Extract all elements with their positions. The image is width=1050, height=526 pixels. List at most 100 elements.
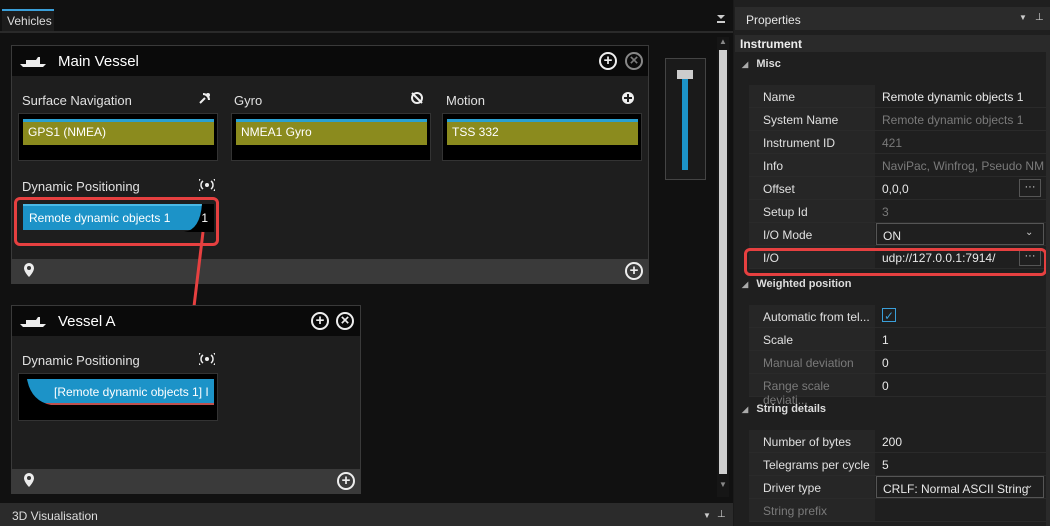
property-row[interactable]: Telegrams per cycle 5 xyxy=(749,453,1046,476)
add-button[interactable]: + xyxy=(599,52,617,70)
motion-icon xyxy=(621,91,635,108)
pin-icon[interactable]: ⊥ xyxy=(1035,12,1044,23)
property-value[interactable]: 1 xyxy=(876,328,1044,350)
group-header-weighted-position[interactable]: ◢ Weighted position xyxy=(742,278,852,290)
properties-scrollbar[interactable] xyxy=(1046,35,1050,526)
highlight-box xyxy=(744,248,1047,276)
tab-vehicles[interactable]: Vehicles xyxy=(2,9,54,31)
gyro-icon xyxy=(410,91,424,108)
output-bar[interactable]: NMEA1 Gyro xyxy=(236,119,427,145)
property-row[interactable]: Driver type CRLF: Normal ASCII String ⌄ xyxy=(749,476,1046,499)
dp-label: Dynamic Positioning xyxy=(22,179,140,194)
slider-track[interactable] xyxy=(682,75,688,170)
chevron-down-icon[interactable]: ⌄ xyxy=(1025,480,1033,491)
group-header-string-details[interactable]: ◢ String details xyxy=(742,403,826,415)
card-footer xyxy=(12,469,360,493)
add-button[interactable]: + xyxy=(337,472,355,490)
scroll-up-arrow-icon[interactable]: ▲ xyxy=(717,37,729,49)
collapse-arrow-icon[interactable]: ◢ xyxy=(742,60,750,69)
satellite-icon xyxy=(198,91,212,108)
property-row[interactable]: Automatic from tel... ✓ xyxy=(749,305,1046,328)
property-value[interactable]: 0 xyxy=(876,374,1044,396)
group-label: Misc xyxy=(756,58,781,70)
vessel-title: Main Vessel xyxy=(58,53,139,70)
property-value[interactable]: CRLF: Normal ASCII String xyxy=(876,476,1044,498)
output-bar[interactable]: TSS 332 xyxy=(447,119,638,145)
property-name: I/O Mode xyxy=(749,223,875,245)
property-row[interactable]: Offset 0,0,0 ··· xyxy=(749,177,1046,200)
pin-icon[interactable]: ⊥ xyxy=(717,509,726,520)
property-value[interactable]: 200 xyxy=(876,430,1044,452)
property-value[interactable]: NaviPac, Winfrog, Pseudo NMEA xyxy=(876,154,1044,176)
slot-label-surface-navigation: Surface Navigation xyxy=(22,93,132,108)
location-pin-icon[interactable] xyxy=(23,263,35,280)
dropdown-arrow-icon[interactable]: ▼ xyxy=(703,511,711,520)
property-row[interactable]: System Name Remote dynamic objects 1 xyxy=(749,108,1046,131)
group-label: String details xyxy=(756,403,827,415)
property-name: String prefix xyxy=(749,499,875,521)
property-name: Automatic from tel... xyxy=(749,305,875,327)
properties-title: Properties xyxy=(746,13,801,27)
output-bar[interactable]: GPS1 (NMEA) xyxy=(23,119,214,145)
chevron-down-icon[interactable]: ⌄ xyxy=(1025,227,1033,238)
property-value[interactable]: ON xyxy=(876,223,1044,245)
ellipsis-button[interactable]: ··· xyxy=(1019,179,1041,197)
property-name: Instrument ID xyxy=(749,131,875,153)
property-value[interactable]: Remote dynamic objects 1 xyxy=(876,108,1044,130)
scroll-down-arrow-icon[interactable]: ▼ xyxy=(717,480,729,492)
property-name: Telegrams per cycle xyxy=(749,453,875,475)
property-row[interactable]: Name Remote dynamic objects 1 xyxy=(749,85,1046,108)
property-name: Driver type xyxy=(749,476,875,498)
close-button[interactable]: × xyxy=(625,52,643,70)
add-button[interactable]: + xyxy=(625,262,643,280)
property-row[interactable]: Setup Id 3 xyxy=(749,200,1046,223)
dp-input-label: [Remote dynamic objects 1] I xyxy=(54,385,209,399)
property-row[interactable]: Number of bytes 200 xyxy=(749,430,1046,453)
property-value[interactable]: Remote dynamic objects 1 xyxy=(876,85,1044,107)
category-label: Instrument xyxy=(740,37,803,51)
collapse-arrow-icon[interactable]: ◢ xyxy=(742,405,750,414)
property-row[interactable]: String prefix xyxy=(749,499,1046,522)
collapse-arrow-icon[interactable]: ◢ xyxy=(742,280,750,289)
property-value[interactable]: 5 xyxy=(876,453,1044,475)
card-footer xyxy=(12,259,648,283)
slider-handle[interactable] xyxy=(677,70,693,79)
property-name: Offset xyxy=(749,177,875,199)
main-vessel-card xyxy=(11,45,649,284)
property-row[interactable]: Info NaviPac, Winfrog, Pseudo NMEA xyxy=(749,154,1046,177)
property-name: Name xyxy=(749,85,875,107)
slot-label-gyro: Gyro xyxy=(234,93,263,108)
dp-label: Dynamic Positioning xyxy=(22,353,140,368)
broadcast-icon xyxy=(196,178,218,194)
property-name: Range scale deviati... xyxy=(749,374,875,407)
property-row[interactable]: I/O Mode ON ⌄ xyxy=(749,223,1046,246)
scroll-thumb[interactable] xyxy=(719,50,727,474)
property-value[interactable] xyxy=(876,499,1044,521)
property-row[interactable]: Scale 1 xyxy=(749,328,1046,351)
checkbox[interactable]: ✓ xyxy=(882,308,896,323)
bottom-panel-title[interactable]: 3D Visualisation xyxy=(12,509,98,523)
property-value[interactable]: 421 xyxy=(876,131,1044,153)
property-row[interactable]: Range scale deviati... 0 xyxy=(749,374,1046,407)
property-value[interactable]: ✓ xyxy=(876,305,1044,327)
close-button[interactable]: × xyxy=(336,312,354,330)
property-name: System Name xyxy=(749,108,875,130)
group-header-misc[interactable]: ◢ Misc xyxy=(742,58,781,70)
property-row[interactable]: Instrument ID 421 xyxy=(749,131,1046,154)
panel-menu-icon[interactable] xyxy=(716,12,726,24)
vessel-title: Vessel A xyxy=(58,313,116,330)
dp-input-bar[interactable]: [Remote dynamic objects 1] I xyxy=(23,379,214,405)
property-name: Scale xyxy=(749,328,875,350)
property-name: Manual deviation xyxy=(749,351,875,373)
dropdown-arrow-icon[interactable]: ▼ xyxy=(1019,13,1027,22)
slot-label-motion: Motion xyxy=(446,93,486,108)
location-pin-icon[interactable] xyxy=(23,473,35,490)
property-name: Info xyxy=(749,154,875,176)
property-value[interactable]: 3 xyxy=(876,200,1044,222)
property-row[interactable]: Manual deviation 0 xyxy=(749,351,1046,374)
group-label: Weighted position xyxy=(756,278,852,290)
property-name: Number of bytes xyxy=(749,430,875,452)
property-name: Setup Id xyxy=(749,200,875,222)
property-value[interactable]: 0 xyxy=(876,351,1044,373)
add-button[interactable]: + xyxy=(311,312,329,330)
